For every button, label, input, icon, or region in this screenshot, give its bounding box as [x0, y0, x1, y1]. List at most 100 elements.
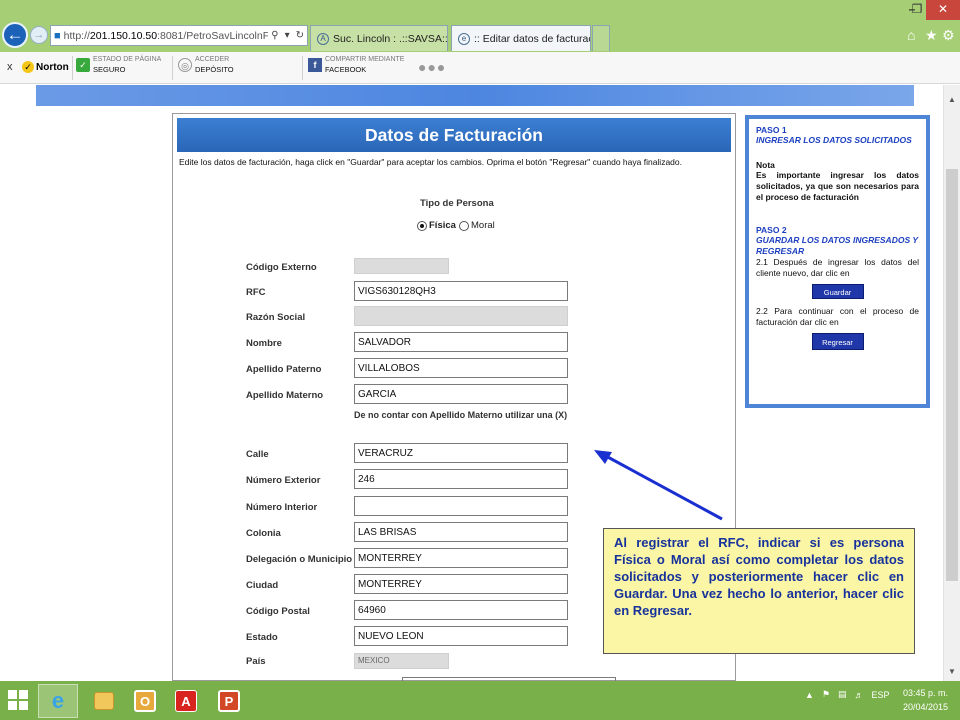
back-button[interactable]: ← [2, 22, 28, 48]
input-numero-exterior[interactable] [354, 469, 568, 489]
system-tray: ▲ ⚑ ▤ ♬ ESP [805, 689, 898, 700]
favorites-star-icon[interactable]: ★ [925, 27, 938, 44]
address-bar[interactable]: ■ http://201.150.10.50:8081/PetroSavLinc… [50, 25, 308, 46]
input-calle[interactable] [354, 443, 568, 463]
new-tab-button[interactable] [592, 25, 610, 51]
label-nombre: Nombre [246, 338, 282, 349]
page-status-secure[interactable]: ✓ ESTADO DE PÁGINA SEGURO [76, 55, 161, 75]
guardar-button[interactable]: Guardar [811, 284, 864, 299]
form-title: Datos de Facturación [177, 118, 731, 152]
network-icon[interactable]: ▤ [838, 689, 847, 700]
label-colonia: Colonia [246, 528, 281, 539]
gear-icon[interactable]: ⚙ [942, 27, 955, 44]
taskbar-powerpoint[interactable]: P [209, 684, 249, 718]
windows-logo-icon [19, 690, 28, 699]
input-pais[interactable] [354, 653, 449, 669]
share-facebook[interactable]: f COMPARTIR MEDIANTE FACEBOOK [308, 55, 404, 75]
tab-editar-datos[interactable]: e :: Editar datos de facturacio... × [451, 25, 591, 51]
tab-favicon-icon: A [317, 32, 329, 45]
input-delegacion[interactable] [354, 548, 568, 568]
taskbar-file-explorer[interactable] [84, 684, 124, 718]
taskbar-internet-explorer[interactable]: e [38, 684, 78, 718]
page-scrollbar[interactable]: ▲ ▼ [943, 85, 960, 681]
step-1-title: PASO 1 [756, 125, 787, 135]
input-codigo-externo[interactable] [354, 258, 449, 274]
input-estado[interactable] [354, 626, 568, 646]
folder-icon [94, 692, 114, 710]
windows-logo-icon [8, 690, 17, 699]
label-codigo-externo: Código Externo [246, 262, 317, 273]
input-apellido-materno[interactable] [354, 384, 568, 404]
label-numero-exterior: Número Exterior [246, 475, 321, 486]
home-icon[interactable]: ⌂ [907, 27, 915, 43]
clock[interactable]: 03:45 p. m. 20/04/2015 [903, 686, 948, 714]
taskbar-outlook[interactable]: O [125, 684, 165, 718]
label-ciudad: Ciudad [246, 580, 279, 591]
tab-suc-lincoln[interactable]: A Suc. Lincoln : .::SAVSA::. [310, 25, 448, 51]
radio-fisica-control[interactable] [417, 220, 427, 231]
search-icon[interactable]: ⚲ [271, 30, 278, 41]
radio-moral[interactable]: Moral [459, 220, 495, 231]
windows-logo-icon [19, 701, 28, 710]
windows-logo-icon [8, 701, 17, 710]
input-colonia[interactable] [354, 522, 568, 542]
label-rfc: RFC [246, 287, 266, 298]
dropdown-icon[interactable]: ▾ [285, 30, 290, 41]
vault-icon: ◎ [178, 58, 192, 72]
tab-label: :: Editar datos de facturacio... [474, 32, 590, 45]
scroll-down-icon[interactable]: ▼ [948, 667, 956, 676]
input-codigo-postal[interactable] [354, 600, 568, 620]
step-2-title: PASO 2 [756, 225, 787, 235]
label-calle: Calle [246, 449, 269, 460]
note-text: Es importante ingresar los datos solicit… [756, 170, 919, 202]
norton-logo[interactable]: ✓ Norton [22, 57, 70, 77]
volume-icon[interactable]: ♬ [855, 690, 864, 700]
label-pais: País [246, 656, 266, 667]
radio-fisica-label: Física [429, 220, 456, 231]
radio-fisica[interactable]: Física [417, 220, 456, 231]
taskbar-acrobat[interactable]: A [166, 684, 206, 718]
browser-title-bar: ← → ■ http://201.150.10.50:8081/PetroSav… [0, 0, 960, 52]
start-button[interactable] [8, 690, 28, 710]
close-toolbar-icon[interactable]: x [7, 61, 13, 73]
radio-moral-label: Moral [471, 220, 495, 231]
regresar-button[interactable]: Regresar [811, 333, 864, 350]
tab-favicon-icon: e [458, 32, 470, 45]
facebook-label-2: FACEBOOK [325, 65, 367, 74]
close-window-button[interactable]: ✕ [926, 0, 960, 20]
input-ciudad[interactable] [354, 574, 568, 594]
norton-check-icon: ✓ [22, 61, 34, 73]
clock-date: 20/04/2015 [903, 702, 949, 712]
input-apellido-paterno[interactable] [354, 358, 568, 378]
label-apellido-paterno: Apellido Paterno [246, 364, 322, 375]
scroll-thumb[interactable] [946, 169, 958, 581]
input-razon-social[interactable] [354, 306, 568, 326]
person-type-label: Tipo de Persona [420, 198, 494, 209]
access-deposit[interactable]: ◎ ACCEDER DEPÓSITO [178, 55, 234, 75]
forward-button[interactable]: → [30, 26, 48, 44]
secure-label-2: SEGURO [93, 65, 126, 74]
show-hidden-icons-icon[interactable]: ▲ [805, 690, 814, 700]
maximize-button[interactable]: ❐ [906, 0, 928, 20]
deposit-label-2: DEPÓSITO [195, 65, 234, 74]
page-icon: ■ [54, 29, 61, 42]
flag-icon[interactable]: ⚑ [822, 689, 830, 700]
annotation-callout: Al registrar el RFC, indicar si es perso… [603, 528, 915, 654]
input-rfc[interactable] [354, 281, 568, 301]
refresh-icon[interactable]: ↻ [296, 30, 304, 41]
radio-moral-control[interactable] [459, 220, 469, 231]
page-header-band [36, 85, 914, 106]
label-estado: Estado [246, 632, 278, 643]
input-nombre[interactable] [354, 332, 568, 352]
scroll-up-icon[interactable]: ▲ [948, 95, 956, 104]
more-icon[interactable]: ●●● [418, 59, 446, 75]
label-delegacion: Delegación o Municipio [246, 554, 353, 565]
acrobat-icon: A [175, 690, 197, 712]
powerpoint-icon: P [218, 690, 240, 712]
input-numero-interior[interactable] [354, 496, 568, 516]
outlook-icon: O [134, 690, 156, 712]
step-2-2-text: 2.2 Para continuar con el proceso de fac… [756, 306, 919, 327]
language-indicator[interactable]: ESP [872, 690, 890, 700]
secure-check-icon: ✓ [76, 58, 90, 72]
label-numero-interior: Número Interior [246, 502, 318, 513]
